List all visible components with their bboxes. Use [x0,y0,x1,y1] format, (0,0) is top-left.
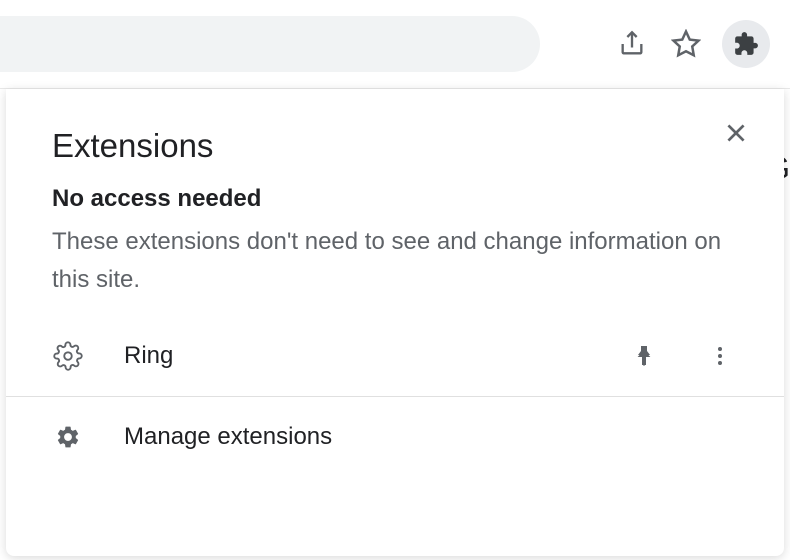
pin-icon [632,344,656,368]
section-description: These extensions don't need to see and c… [52,223,738,300]
extension-icon [52,340,84,372]
more-vertical-icon [708,344,732,368]
extension-name: Ring [124,342,586,370]
popup-header: Extensions [6,89,784,185]
extensions-popup: Extensions No access needed These extens… [6,89,784,556]
share-button[interactable] [614,26,650,62]
pin-button[interactable] [626,338,662,374]
manage-extensions-label: Manage extensions [124,423,332,451]
more-options-button[interactable] [702,338,738,374]
extensions-button[interactable] [722,20,770,68]
gear-outline-icon [53,341,83,371]
extension-row[interactable]: Ring [6,328,784,396]
puzzle-icon [733,31,759,57]
popup-title: Extensions [52,127,213,165]
star-icon [671,29,701,59]
gear-icon [55,424,81,450]
close-icon [723,120,749,146]
browser-toolbar [0,0,790,89]
manage-extensions-row[interactable]: Manage extensions [6,397,784,477]
no-access-section: No access needed These extensions don't … [6,185,784,328]
section-title: No access needed [52,185,738,213]
share-icon [618,30,646,58]
address-bar[interactable] [0,16,540,72]
close-button[interactable] [718,115,754,151]
bookmark-button[interactable] [668,26,704,62]
settings-icon-wrapper [52,421,84,453]
